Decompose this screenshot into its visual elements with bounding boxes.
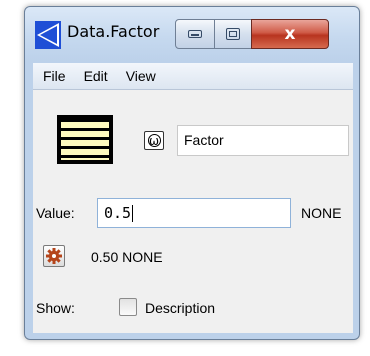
text-caret xyxy=(132,205,134,222)
omega-icon: ω xyxy=(147,134,161,148)
show-label: Show: xyxy=(36,300,75,316)
name-field[interactable]: Factor xyxy=(177,125,349,156)
value-label: Value: xyxy=(36,205,75,221)
maximize-icon xyxy=(226,28,240,40)
unit-label: NONE xyxy=(301,205,342,221)
maximize-button[interactable] xyxy=(214,19,252,49)
close-icon: x xyxy=(284,24,296,44)
table-grid-icon xyxy=(57,115,113,164)
minimize-icon xyxy=(188,30,202,38)
menu-view[interactable]: View xyxy=(117,68,165,84)
menu-file[interactable]: File xyxy=(33,68,75,84)
value-input[interactable]: 0.5 xyxy=(97,198,291,228)
client-area: ω Factor Value: 0.5 NONE 0.50 NONE Show:… xyxy=(33,90,353,333)
window-title: Data.Factor xyxy=(67,22,160,41)
value-text: 0.5 xyxy=(104,204,132,222)
menu-bar: File Edit View xyxy=(33,63,353,90)
description-label[interactable]: Description xyxy=(145,300,215,316)
window: Data.Factor x File Edit View ω Factor Va… xyxy=(24,6,360,340)
menu-edit[interactable]: Edit xyxy=(75,68,117,84)
title-bar[interactable]: Data.Factor x xyxy=(25,7,359,61)
gear-icon xyxy=(46,248,62,264)
close-button[interactable]: x xyxy=(251,19,329,49)
evaluated-value: 0.50 NONE xyxy=(91,249,163,265)
app-icon xyxy=(35,21,61,49)
omega-button[interactable]: ω xyxy=(144,131,164,150)
evaluate-button[interactable] xyxy=(43,245,65,267)
description-checkbox[interactable] xyxy=(119,298,137,316)
minimize-button[interactable] xyxy=(175,19,215,49)
